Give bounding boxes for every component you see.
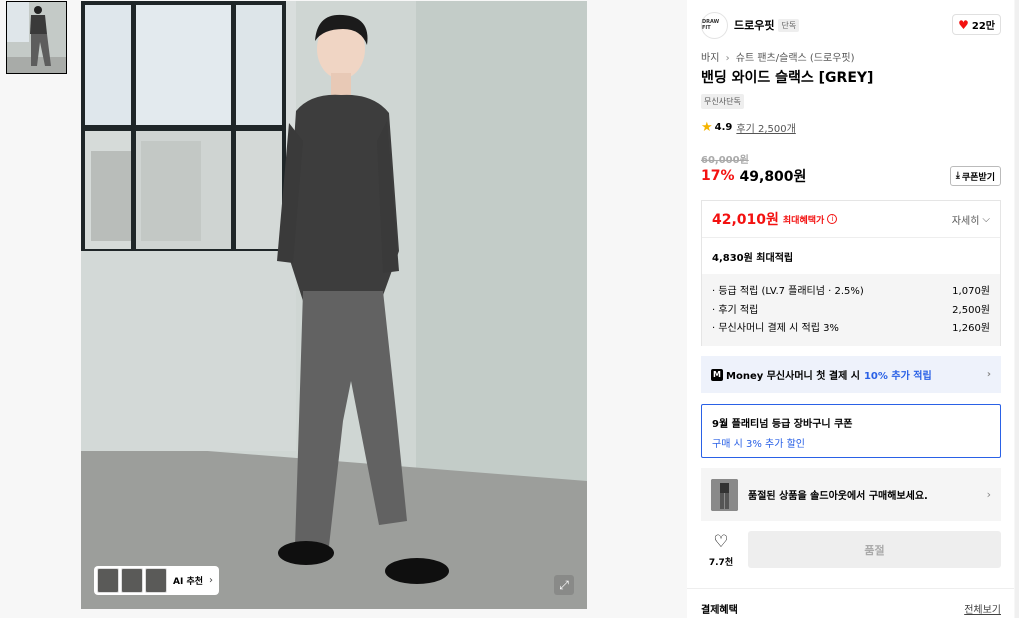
review-count-link[interactable]: 후기 2,500개 — [736, 120, 795, 135]
heart-outline-icon: ♡ — [713, 532, 729, 552]
brand-exclusive-tag: 단독 — [778, 18, 800, 32]
ai-thumb-3 — [145, 568, 167, 593]
info-icon[interactable]: i — [827, 214, 838, 224]
soldout-banner[interactable]: 품절된 상품을 솔드아웃에서 구매해보세요. › — [701, 468, 1001, 521]
brand-logo[interactable]: DRAW FIT — [701, 11, 728, 39]
detail-toggle[interactable]: 자세히 ⌵ — [952, 212, 990, 227]
view-all-link[interactable]: 전체보기 — [964, 601, 1001, 616]
points-value: 1,260원 — [952, 323, 990, 334]
soldout-product-image — [711, 478, 738, 511]
chevron-right-icon: › — [725, 53, 730, 64]
expand-icon[interactable]: ⤢ — [554, 575, 574, 595]
breadcrumb: 바지 › 슈트 팬츠/슬랙스 (드로우핏) — [701, 49, 855, 64]
wishlist-button[interactable]: ♡ 7.7천 — [701, 533, 741, 568]
money-logo-icon: M — [711, 368, 723, 381]
model-photo — [81, 1, 587, 609]
max-points: 4,830원 최대적립 — [712, 252, 794, 264]
original-price: 60,000원 — [701, 155, 749, 166]
star-icon: ★ — [701, 120, 713, 135]
benefit-box: 42,010원 최대혜택가 i 자세히 ⌵ 4,830원 최대적립 · 등급 적… — [701, 200, 1001, 346]
brand-name[interactable]: 드로우핏 — [734, 17, 774, 33]
coupon-title: 9월 플래티넘 등급 장바구니 쿠폰 — [712, 419, 853, 430]
rating-row: ★ 4.9 후기 2,500개 — [701, 120, 796, 135]
money-banner-text: Money 무신사머니 첫 결제 시 — [726, 371, 860, 382]
soldout-text: 품절된 상품을 솔드아웃에서 구매해보세요. — [748, 491, 928, 502]
coupon-button-label: 쿠폰받기 — [961, 172, 995, 183]
soldout-buy-button[interactable]: 품절 — [748, 531, 1001, 568]
money-banner-highlight: 10% 추가 적립 — [863, 371, 932, 382]
points-label: · 무신사머니 결제 시 적립 3% — [712, 323, 839, 334]
product-title: 밴딩 와이드 슬랙스 [GREY] — [701, 70, 874, 86]
wishlist-count: 7.7천 — [708, 558, 734, 568]
coupon-download-button[interactable]: ⤓ 쿠폰받기 — [949, 166, 1001, 186]
brand-row: DRAW FIT 드로우핏 단독 ♥ 22만 — [701, 11, 1001, 39]
points-list: · 등급 적립 (LV.7 플래티넘 · 2.5%) 1,070원 · 후기 적… — [702, 274, 1000, 346]
divider — [687, 588, 1014, 589]
grade-coupon-box[interactable]: 9월 플래티넘 등급 장바구니 쿠폰 구매 시 3% 추가 할인 — [701, 404, 1001, 458]
ai-thumb-1 — [97, 568, 119, 593]
max-benefit-label: 최대혜택가 — [782, 215, 825, 226]
price-row: 17% 49,800원 — [701, 166, 806, 186]
points-row: · 후기 적립 2,500원 — [712, 301, 990, 320]
points-row: · 무신사머니 결제 시 적립 3% 1,260원 — [712, 319, 990, 338]
brand-like-button[interactable]: ♥ 22만 — [952, 14, 1001, 35]
rating-score: 4.9 — [714, 122, 733, 133]
product-info-panel: DRAW FIT 드로우핏 단독 ♥ 22만 바지 › 슈트 팬츠/슬랙스 (드… — [687, 0, 1014, 618]
points-label: · 후기 적립 — [712, 304, 759, 316]
page-scrollbar[interactable] — [1015, 0, 1019, 618]
exclusive-tag: 무신사단독 — [701, 94, 744, 109]
ai-thumb-2 — [121, 568, 143, 593]
points-value: 1,070원 — [952, 286, 990, 297]
ai-recommend-chip[interactable]: AI 추천 › — [94, 566, 220, 595]
breadcrumb-item[interactable]: 바지 — [701, 53, 719, 64]
model-photo-thumbnail — [7, 2, 66, 73]
points-value: 2,500원 — [952, 304, 990, 316]
detail-toggle-label: 자세히 — [951, 215, 980, 227]
gallery-thumbnail[interactable] — [6, 1, 67, 74]
points-row: · 등급 적립 (LV.7 플래티넘 · 2.5%) 1,070원 — [712, 282, 990, 301]
download-icon: ⤓ — [955, 171, 960, 181]
heart-icon: ♥ — [958, 17, 969, 32]
chevron-right-icon: › — [209, 575, 214, 586]
ai-recommend-label: AI 추천 — [173, 577, 204, 587]
musinsa-money-banner[interactable]: M Money 무신사머니 첫 결제 시 10% 추가 적립 › — [701, 356, 1001, 393]
points-label: · 등급 적립 (LV.7 플래티넘 · 2.5%) — [712, 286, 864, 297]
payment-benefit-row: 결제혜택 전체보기 — [701, 601, 1001, 616]
sale-price: 49,800원 — [739, 169, 807, 185]
max-benefit-price: 42,010원 — [712, 212, 779, 228]
brand-like-count: 22만 — [971, 21, 995, 32]
main-product-image[interactable]: AI 추천 › ⤢ — [81, 1, 587, 609]
coupon-subtitle: 구매 시 3% 추가 할인 — [712, 439, 805, 450]
payment-benefit-title: 결제혜택 — [701, 605, 738, 616]
chevron-right-icon: › — [986, 488, 991, 501]
chevron-down-icon: ⌵ — [982, 213, 990, 225]
benefit-header[interactable]: 42,010원 최대혜택가 i 자세히 ⌵ — [702, 201, 1000, 238]
chevron-right-icon: › — [986, 369, 991, 380]
discount-rate: 17% — [701, 168, 735, 184]
breadcrumb-item[interactable]: 슈트 팬츠/슬랙스 (드로우핏) — [736, 53, 855, 64]
